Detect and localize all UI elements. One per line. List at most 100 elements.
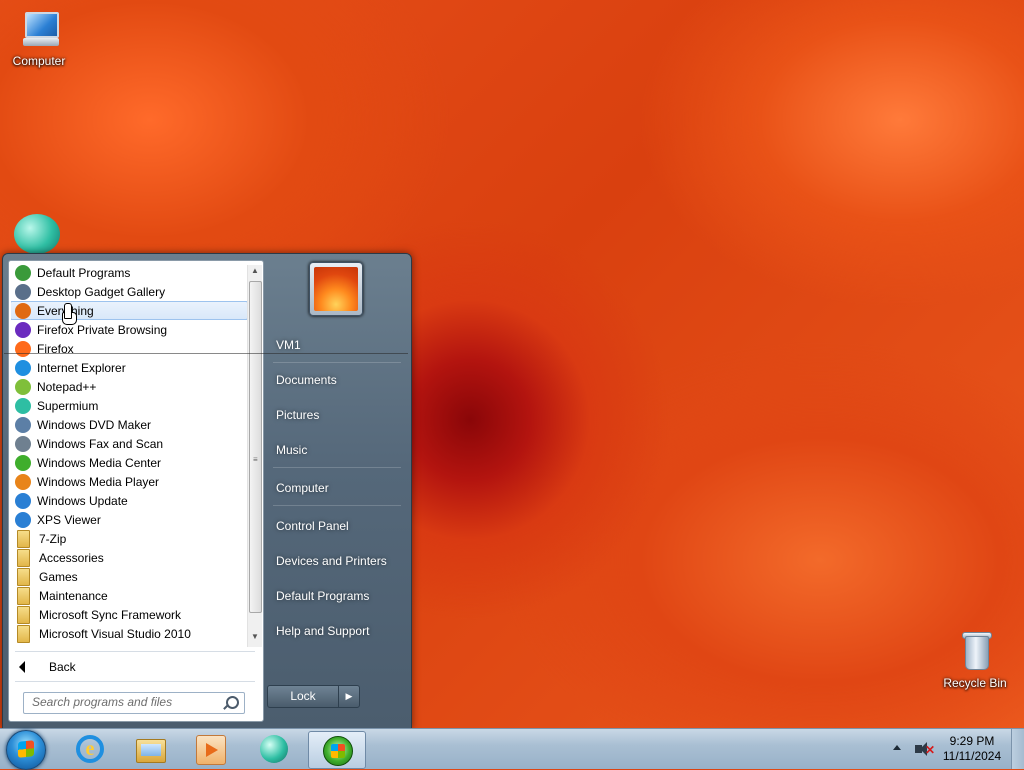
- overlay-line: [4, 353, 408, 354]
- program-item[interactable]: Windows Fax and Scan: [11, 434, 247, 453]
- program-label: 7-Zip: [39, 531, 67, 546]
- programs-scrollbar[interactable]: ▲ ≡ ▼: [247, 265, 262, 647]
- start-menu-programs-pane: Default Programs Desktop Gadget Gallery Ev…: [8, 260, 264, 722]
- program-label: Windows Media Center: [37, 455, 162, 470]
- desktop-icon-computer[interactable]: Computer: [2, 8, 76, 68]
- start-menu-link[interactable]: Documents: [276, 373, 337, 387]
- program-item[interactable]: Windows Media Player: [11, 472, 247, 491]
- program-label: Windows Fax and Scan: [37, 436, 164, 451]
- program-item[interactable]: Maintenance: [11, 586, 247, 605]
- windows-media-player-taskbar-button[interactable]: [182, 731, 238, 767]
- program-label: Notepad++: [37, 379, 97, 394]
- scroll-thumb[interactable]: ≡: [249, 281, 262, 613]
- windows-media-center-taskbar-button[interactable]: [308, 731, 366, 769]
- program-item[interactable]: Internet Explorer: [11, 358, 247, 377]
- folder-icon: [17, 586, 30, 605]
- program-item[interactable]: Notepad++: [11, 377, 247, 396]
- program-item[interactable]: Windows DVD Maker: [11, 415, 247, 434]
- program-item[interactable]: Games: [11, 567, 247, 586]
- internet-explorer-taskbar-button[interactable]: e: [62, 731, 118, 767]
- program-item[interactable]: Default Programs: [11, 263, 247, 282]
- lock-button[interactable]: Lock: [267, 685, 339, 708]
- supermium-icon: [15, 397, 31, 414]
- search-input[interactable]: [24, 693, 222, 711]
- program-label: Microsoft Visual Studio 2010: [39, 626, 191, 641]
- start-menu-link[interactable]: Computer: [276, 481, 329, 495]
- scroll-up-arrow-icon[interactable]: ▲: [250, 265, 260, 277]
- xps-viewer-icon: [15, 511, 31, 528]
- show-desktop-button[interactable]: [1011, 729, 1024, 769]
- supermium-taskbar-button[interactable]: [246, 731, 302, 767]
- system-clock[interactable]: 9:29 PM 11/11/2024: [936, 734, 1008, 764]
- internet-explorer-icon: [15, 359, 31, 376]
- supermium-desktop-icon[interactable]: [14, 214, 60, 254]
- program-label: XPS Viewer: [37, 512, 101, 527]
- start-menu-link[interactable]: Default Programs: [276, 589, 369, 603]
- taskbar: e ✕ 9:29 PM 11/11/2024: [0, 728, 1024, 770]
- program-label: Supermium: [37, 398, 99, 413]
- back-label: Back: [49, 660, 76, 674]
- folder-icon: [17, 605, 30, 624]
- grip-icon: ≡: [253, 455, 258, 464]
- divider: [15, 651, 255, 652]
- user-picture[interactable]: [309, 262, 363, 316]
- desktop-icon-label: Recycle Bin: [943, 676, 1007, 690]
- desktop-icon-recycle-bin[interactable]: Recycle Bin: [938, 630, 1012, 690]
- program-item[interactable]: Firefox: [11, 339, 247, 358]
- show-hidden-icons-arrow-icon[interactable]: [893, 745, 901, 750]
- program-item[interactable]: Microsoft Sync Framework: [11, 605, 247, 624]
- clock-date: 11/11/2024: [942, 749, 1002, 763]
- program-label: Firefox Private Browsing: [37, 322, 168, 337]
- divider: [273, 467, 401, 468]
- firefox-private-icon: [15, 321, 31, 338]
- media-player-icon: [196, 735, 226, 765]
- program-item[interactable]: XPS Viewer: [11, 510, 247, 529]
- everything-search-icon: [15, 302, 31, 319]
- start-menu-link[interactable]: Pictures: [276, 408, 319, 422]
- internet-explorer-icon: e: [76, 735, 104, 763]
- supermium-icon: [260, 735, 288, 763]
- volume-muted-icon[interactable]: ✕: [915, 742, 935, 757]
- program-item[interactable]: Desktop Gadget Gallery: [11, 282, 247, 301]
- user-avatar-flower: [314, 267, 358, 311]
- program-item[interactable]: Microsoft Visual Studio 2010: [11, 624, 247, 643]
- start-menu-link[interactable]: Control Panel: [276, 519, 349, 533]
- clock-time: 9:29 PM: [949, 734, 995, 748]
- program-label: Default Programs: [37, 265, 131, 280]
- dvd-maker-icon: [15, 416, 31, 433]
- media-center-icon: [15, 454, 31, 471]
- power-options-arrow-icon[interactable]: ▶: [338, 685, 360, 708]
- media-player-icon: [15, 473, 31, 490]
- program-item[interactable]: 7-Zip: [11, 529, 247, 548]
- start-button[interactable]: [6, 730, 46, 770]
- folder-icon: [17, 529, 30, 548]
- program-item[interactable]: Windows Update: [11, 491, 247, 510]
- program-label: Internet Explorer: [37, 360, 126, 375]
- search-box[interactable]: [23, 692, 245, 714]
- start-menu-link[interactable]: Devices and Printers: [276, 554, 387, 568]
- program-label: Windows Update: [37, 493, 128, 508]
- program-label: Windows DVD Maker: [37, 417, 152, 432]
- program-item[interactable]: Everything: [11, 301, 247, 320]
- start-menu-link[interactable]: Music: [276, 443, 307, 457]
- scroll-down-arrow-icon[interactable]: ▼: [250, 631, 260, 643]
- windows-explorer-taskbar-button[interactable]: [122, 731, 178, 767]
- program-label: Desktop Gadget Gallery: [37, 284, 166, 299]
- program-label: Windows Media Player: [37, 474, 160, 489]
- windows-update-icon: [15, 492, 31, 509]
- program-item[interactable]: Windows Media Center: [11, 453, 247, 472]
- media-center-icon: [323, 736, 353, 766]
- folder-icon: [17, 548, 30, 567]
- folder-icon: [17, 567, 30, 586]
- windows-logo-icon: [18, 740, 34, 758]
- start-menu-link[interactable]: Help and Support: [276, 624, 369, 638]
- program-item[interactable]: Supermium: [11, 396, 247, 415]
- program-item[interactable]: Firefox Private Browsing: [11, 320, 247, 339]
- back-button[interactable]: Back: [19, 657, 76, 677]
- notepad-plus-plus-icon: [15, 378, 31, 395]
- search-icon[interactable]: [226, 696, 239, 709]
- divider: [273, 505, 401, 506]
- back-arrow-icon: [19, 661, 25, 673]
- start-menu-link[interactable]: VM1: [276, 338, 301, 352]
- program-item[interactable]: Accessories: [11, 548, 247, 567]
